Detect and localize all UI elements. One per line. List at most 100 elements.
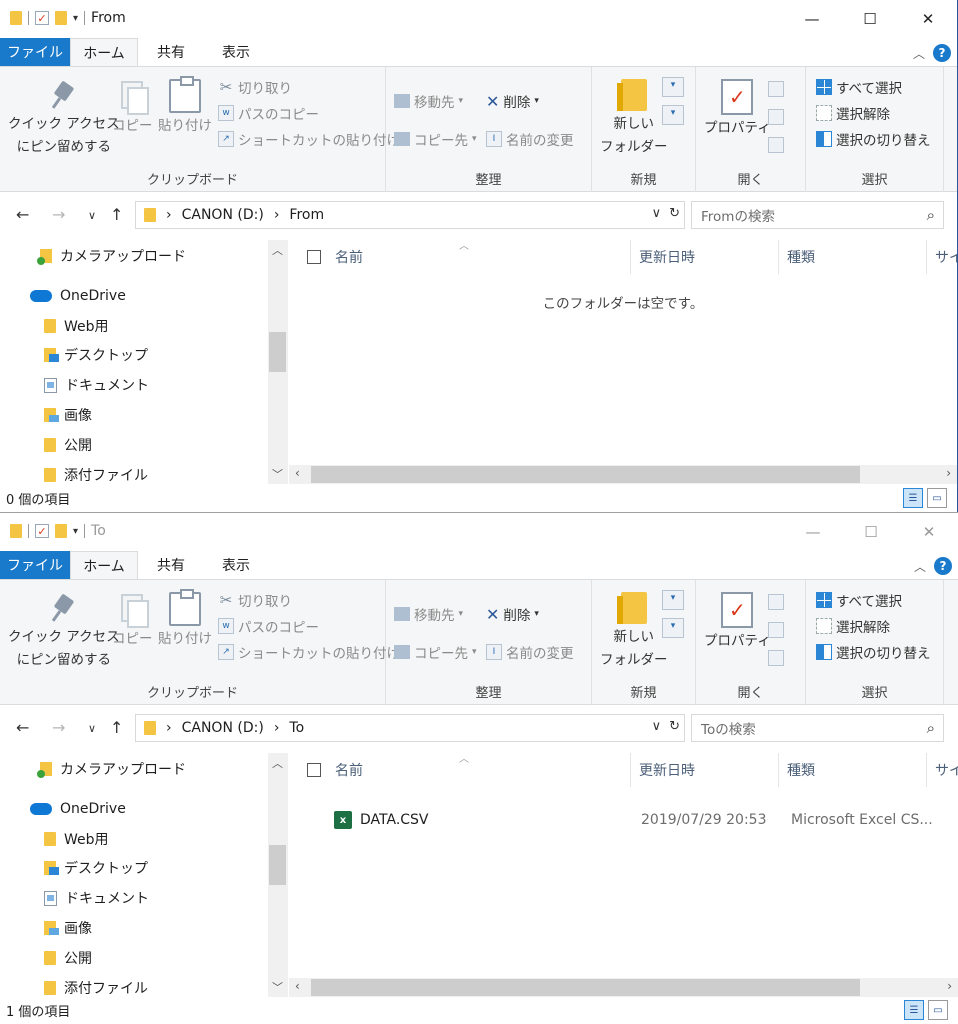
scroll-up-icon[interactable]: ︿ bbox=[272, 242, 283, 258]
large-icons-view-icon[interactable]: ▭ bbox=[928, 1000, 948, 1020]
history-icon[interactable] bbox=[768, 650, 784, 666]
copy-path-button[interactable]: w パスのコピー bbox=[218, 103, 319, 123]
horizontal-scrollbar[interactable]: ‹ › bbox=[289, 978, 958, 997]
nav-item-documents[interactable]: ドキュメント bbox=[44, 374, 149, 396]
nav-item-public[interactable]: 公開 bbox=[44, 434, 92, 456]
up-arrow-icon[interactable]: ↑ bbox=[110, 718, 123, 737]
new-folder-qat-icon[interactable] bbox=[55, 11, 67, 25]
rename-button[interactable]: I 名前の変更 bbox=[486, 129, 574, 149]
cut-button[interactable]: ✂ 切り取り bbox=[218, 77, 292, 97]
tab-view[interactable]: 表示 bbox=[205, 38, 267, 66]
select-all-button[interactable]: すべて選択 bbox=[816, 77, 902, 97]
delete-button[interactable]: ✕ 削除 ▾ bbox=[486, 91, 539, 112]
easy-access-icon[interactable]: ▾ bbox=[662, 618, 684, 638]
tab-share[interactable]: 共有 bbox=[140, 551, 202, 579]
breadcrumb-drive[interactable]: CANON (D:) bbox=[182, 720, 264, 736]
nav-item-desktop[interactable]: デスクトップ bbox=[44, 344, 148, 366]
pin-quick-access-button[interactable]: クイック アクセス にピン留めする bbox=[8, 594, 120, 670]
file-row[interactable]: x DATA.CSV 2019/07/29 20:53 Microsoft Ex… bbox=[289, 809, 958, 831]
search-box[interactable]: Fromの検索 ⌕ bbox=[691, 201, 944, 229]
nav-item-documents[interactable]: ドキュメント bbox=[44, 887, 149, 909]
address-bar[interactable]: › CANON (D:) › To ∨ ↻ bbox=[135, 714, 685, 742]
tab-file[interactable]: ファイル bbox=[0, 38, 70, 66]
new-item-icon[interactable]: ▾ bbox=[662, 590, 684, 610]
scroll-right-icon[interactable]: › bbox=[946, 466, 951, 480]
close-button[interactable]: ✕ bbox=[900, 513, 958, 551]
tab-home[interactable]: ホーム bbox=[70, 551, 138, 579]
tab-share[interactable]: 共有 bbox=[140, 38, 202, 66]
new-folder-button[interactable]: 新しい フォルダー bbox=[600, 592, 668, 670]
nav-vertical-scrollbar[interactable]: ︿ ﹀ bbox=[268, 240, 287, 484]
open-icon[interactable] bbox=[768, 594, 784, 610]
scroll-up-icon[interactable]: ︿ bbox=[272, 755, 283, 771]
history-icon[interactable] bbox=[768, 137, 784, 153]
horizontal-scrollbar[interactable]: ‹ › bbox=[289, 465, 957, 484]
nav-item-web[interactable]: Web用 bbox=[44, 828, 109, 850]
minimize-button[interactable]: — bbox=[784, 513, 842, 551]
tab-view[interactable]: 表示 bbox=[205, 551, 267, 579]
scroll-down-icon[interactable]: ﹀ bbox=[272, 979, 283, 995]
scroll-thumb[interactable] bbox=[269, 845, 286, 885]
forward-arrow-icon[interactable]: → bbox=[52, 718, 65, 737]
scroll-thumb[interactable] bbox=[311, 466, 860, 483]
paste-button[interactable]: 貼り付け bbox=[158, 589, 212, 649]
search-icon[interactable]: ⌕ bbox=[927, 719, 935, 737]
scroll-left-icon[interactable]: ‹ bbox=[295, 979, 300, 993]
breadcrumb-separator-icon[interactable]: › bbox=[274, 207, 280, 223]
paste-shortcut-button[interactable]: ↗ ショートカットの貼り付け bbox=[218, 129, 400, 149]
cut-button[interactable]: ✂ 切り取り bbox=[218, 590, 292, 610]
maximize-button[interactable]: ☐ bbox=[841, 0, 899, 38]
column-type[interactable]: 種類 bbox=[779, 240, 927, 274]
column-name[interactable]: 名前 bbox=[299, 753, 631, 787]
search-box[interactable]: Toの検索 ⌕ bbox=[691, 714, 944, 742]
properties-button[interactable]: ✓ プロパティ bbox=[704, 592, 771, 651]
move-to-button[interactable]: 移動先 ▾ bbox=[394, 604, 463, 624]
breadcrumb-folder[interactable]: To bbox=[289, 720, 304, 736]
search-icon[interactable]: ⌕ bbox=[927, 206, 935, 224]
details-view-icon[interactable]: ☰ bbox=[903, 488, 923, 508]
customize-qat-chevron-icon[interactable]: ▾ bbox=[73, 13, 78, 24]
breadcrumb-separator-icon[interactable]: › bbox=[166, 207, 172, 223]
tab-file[interactable]: ファイル bbox=[0, 551, 70, 579]
address-bar[interactable]: › CANON (D:) › From ∨ ↻ bbox=[135, 201, 685, 229]
breadcrumb-separator-icon[interactable]: › bbox=[274, 720, 280, 736]
nav-item-camera-upload[interactable]: カメラアップロード bbox=[37, 758, 186, 780]
column-type[interactable]: 種類 bbox=[779, 753, 927, 787]
select-none-button[interactable]: 選択解除 bbox=[816, 103, 890, 123]
nav-item-camera-upload[interactable]: カメラアップロード bbox=[37, 245, 186, 267]
rename-button[interactable]: I 名前の変更 bbox=[486, 642, 574, 662]
select-none-button[interactable]: 選択解除 bbox=[816, 616, 890, 636]
large-icons-view-icon[interactable]: ▭ bbox=[927, 488, 947, 508]
nav-vertical-scrollbar[interactable]: ︿ ﹀ bbox=[268, 753, 287, 997]
nav-item-pictures[interactable]: 画像 bbox=[44, 917, 92, 939]
select-all-checkbox[interactable] bbox=[307, 763, 321, 777]
paste-button[interactable]: 貼り付け bbox=[158, 76, 212, 136]
refresh-icon[interactable]: ↻ bbox=[669, 206, 680, 221]
minimize-button[interactable]: — bbox=[783, 0, 841, 38]
column-size[interactable]: サイ bbox=[927, 753, 958, 787]
refresh-icon[interactable]: ↻ bbox=[669, 719, 680, 734]
breadcrumb-folder[interactable]: From bbox=[289, 207, 324, 223]
invert-selection-button[interactable]: 選択の切り替え bbox=[816, 642, 931, 662]
invert-selection-button[interactable]: 選択の切り替え bbox=[816, 129, 931, 149]
select-all-button[interactable]: すべて選択 bbox=[816, 590, 902, 610]
help-icon[interactable]: ? bbox=[934, 557, 952, 575]
copy-to-button[interactable]: コピー先 ▾ bbox=[394, 642, 477, 662]
select-all-checkbox[interactable] bbox=[307, 250, 321, 264]
up-arrow-icon[interactable]: ↑ bbox=[110, 205, 123, 224]
breadcrumb-separator-icon[interactable]: › bbox=[166, 720, 172, 736]
open-icon[interactable] bbox=[768, 81, 784, 97]
breadcrumb-drive[interactable]: CANON (D:) bbox=[182, 207, 264, 223]
back-arrow-icon[interactable]: ← bbox=[16, 718, 29, 737]
easy-access-icon[interactable]: ▾ bbox=[662, 105, 684, 125]
nav-item-onedrive[interactable]: OneDrive bbox=[30, 798, 126, 820]
move-to-button[interactable]: 移動先 ▾ bbox=[394, 91, 463, 111]
recent-locations-chevron-icon[interactable]: ∨ bbox=[88, 209, 96, 222]
nav-item-web[interactable]: Web用 bbox=[44, 315, 109, 337]
address-history-chevron-icon[interactable]: ∨ bbox=[652, 719, 662, 734]
scroll-left-icon[interactable]: ‹ bbox=[295, 466, 300, 480]
copy-path-button[interactable]: w パスのコピー bbox=[218, 616, 319, 636]
properties-qat-icon[interactable]: ✓ bbox=[35, 524, 49, 538]
new-folder-button[interactable]: 新しい フォルダー bbox=[600, 79, 668, 157]
forward-arrow-icon[interactable]: → bbox=[52, 205, 65, 224]
